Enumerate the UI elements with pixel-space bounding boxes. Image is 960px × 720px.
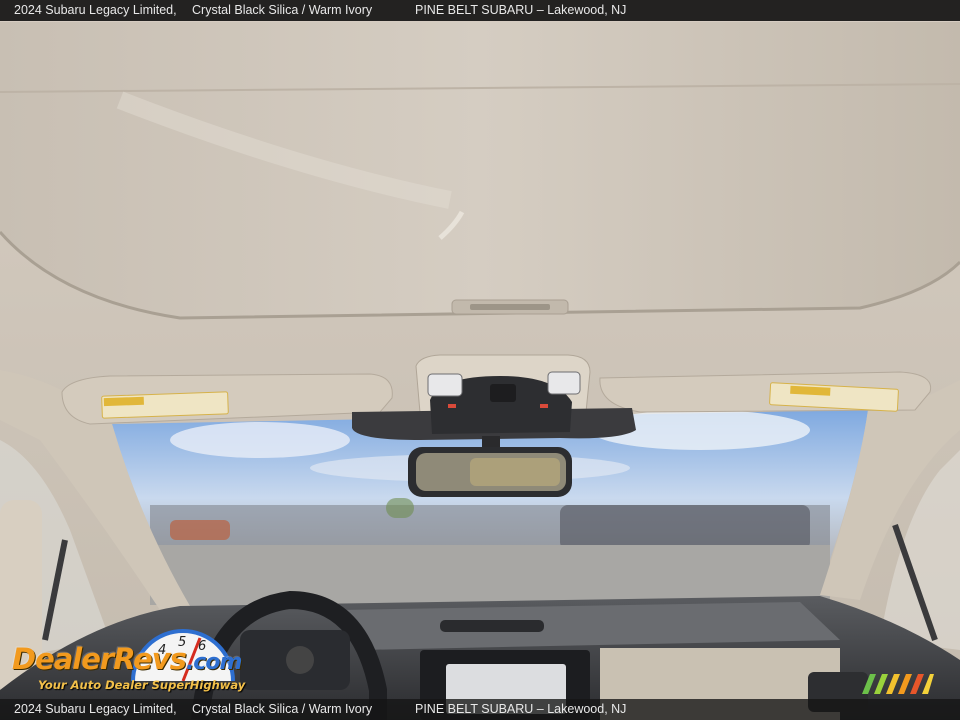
vehicle-color-label-bottom: Crystal Black Silica / Warm Ivory <box>192 702 373 716</box>
caption-bar-bottom: 2024 Subaru Legacy Limited, Crystal Blac… <box>0 699 960 720</box>
logo-domain: .com <box>185 650 242 675</box>
logo-brand: DealerRevs <box>12 642 187 676</box>
caption-bar-top: 2024 Subaru Legacy Limited, Crystal Blac… <box>0 0 960 21</box>
car-interior-photo <box>0 0 960 720</box>
vehicle-color-label: Crystal Black Silica / Warm Ivory <box>192 3 373 17</box>
dealerrevs-watermark: 4 5 6 DealerRevs.com Your Auto Dealer Su… <box>10 626 270 698</box>
brand-stripes-icon <box>862 674 934 694</box>
dealer-label: PINE BELT SUBARU – Lakewood, NJ <box>415 3 627 17</box>
vehicle-model-label-bottom: 2024 Subaru Legacy Limited, <box>14 702 177 716</box>
logo-wordmark: DealerRevs.com <box>12 642 242 676</box>
photo-stage: 2024 Subaru Legacy Limited, Crystal Blac… <box>0 0 960 720</box>
dealer-label-bottom: PINE BELT SUBARU – Lakewood, NJ <box>415 702 627 716</box>
logo-tagline: Your Auto Dealer SuperHighway <box>38 678 246 692</box>
vehicle-model-label: 2024 Subaru Legacy Limited, <box>14 3 177 17</box>
